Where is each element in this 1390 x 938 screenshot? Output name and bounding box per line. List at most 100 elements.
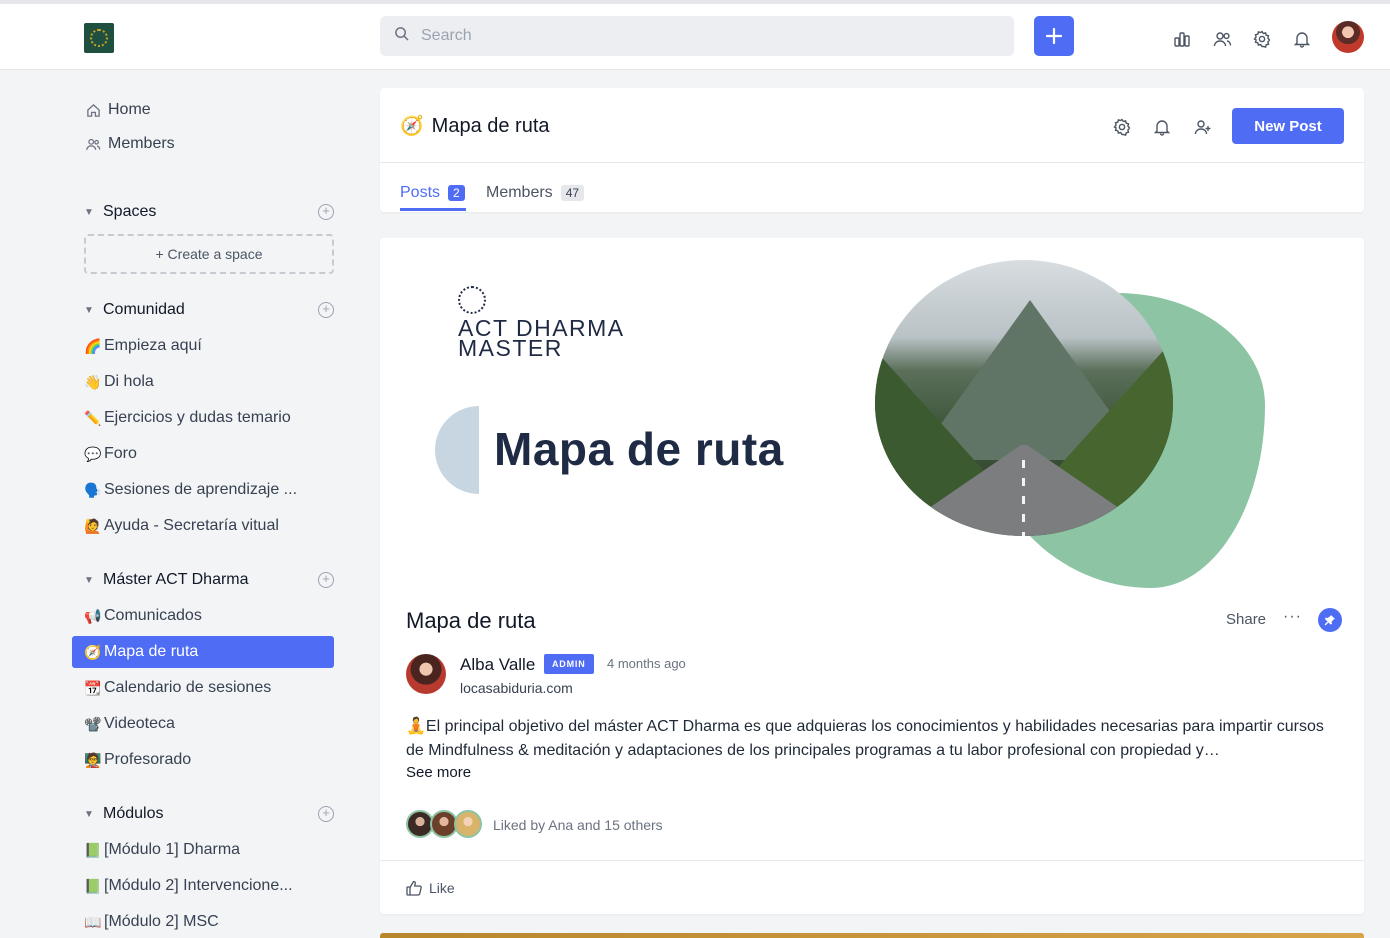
author-avatar[interactable] (406, 654, 446, 694)
open-book-icon: 📖 (84, 913, 102, 930)
post-cover-image[interactable]: ACT DHARMA MASTER Mapa de ruta (380, 238, 1364, 588)
group-header-modulos[interactable]: ▼ Módulos + (84, 802, 334, 826)
liker-avatars[interactable] (406, 810, 486, 838)
chart-icon[interactable] (1171, 28, 1193, 50)
see-more-link[interactable]: See more (406, 764, 471, 781)
next-post-card-edge (380, 933, 1364, 938)
admin-badge: ADMIN (544, 654, 594, 674)
collapse-triangle-icon: ▼ (84, 304, 94, 316)
active-tab-indicator (400, 208, 466, 211)
tab-members[interactable]: Members 47 (486, 184, 585, 202)
space-item[interactable]: ✏️ Ejercicios y dudas temario (72, 402, 334, 434)
sidebar-item-members[interactable]: Members (84, 132, 175, 156)
space-item[interactable]: 📗 [Módulo 1] Dharma (72, 834, 334, 866)
space-header: 🧭 Mapa de ruta New Post Posts 2 Members … (380, 88, 1364, 212)
add-circle-icon[interactable]: + (318, 806, 334, 822)
settings-icon[interactable] (1251, 28, 1273, 50)
space-label: Sesiones de aprendizaje ... (104, 481, 298, 498)
green-book-icon: 📗 (84, 877, 102, 894)
megaphone-icon: 📢 (84, 607, 102, 624)
sidebar-item-label: Home (108, 101, 151, 118)
speaking-head-icon: 🗣️ (84, 481, 102, 498)
space-title-row: 🧭 Mapa de ruta New Post (380, 88, 1364, 163)
raising-hand-icon: 🙋 (84, 517, 102, 534)
space-item[interactable]: 📢 Comunicados (72, 600, 334, 632)
space-item[interactable]: 💬 Foro (72, 438, 334, 470)
author-name[interactable]: Alba Valle (460, 655, 535, 675)
search-input[interactable] (421, 27, 981, 45)
tab-label: Posts (400, 184, 441, 201)
like-label: Like (429, 880, 455, 896)
collapse-triangle-icon: ▼ (84, 574, 94, 586)
group-header-comunidad[interactable]: ▼ Comunidad + (84, 298, 334, 322)
sidebar: Home Members ▼ Spaces + + Create a space… (72, 70, 342, 938)
share-button[interactable]: Share (1226, 611, 1266, 628)
space-item[interactable]: 🙋 Ayuda - Secretaría vitual (72, 510, 334, 542)
community-logo[interactable] (84, 23, 114, 53)
brand-ring-logo (458, 286, 486, 314)
search-bar[interactable] (380, 16, 1014, 56)
compass-icon: 🧭 (84, 643, 102, 660)
rainbow-icon: 🌈 (84, 337, 102, 354)
green-book-icon: 📗 (84, 841, 102, 858)
group-header-master[interactable]: ▼ Máster ACT Dharma + (84, 568, 334, 592)
section-title: Spaces (103, 203, 157, 220)
space-item[interactable]: 👋 Di hola (72, 366, 334, 398)
thumbs-up-icon (406, 880, 422, 896)
space-settings-icon[interactable] (1111, 116, 1133, 138)
speech-bubble-icon: 💬 (84, 445, 102, 462)
home-icon (84, 103, 102, 118)
space-label: Videoteca (104, 715, 175, 732)
user-avatar[interactable] (1332, 21, 1364, 53)
like-button[interactable]: Like (406, 880, 455, 896)
space-item[interactable]: 🌈 Empieza aquí (72, 330, 334, 362)
space-label: Profesorado (104, 751, 192, 768)
wave-icon: 👋 (84, 373, 102, 390)
divider (380, 860, 1364, 861)
space-item[interactable]: 📖 [Módulo 2] MSC (72, 906, 334, 938)
space-item-active[interactable]: 🧭 Mapa de ruta (72, 636, 334, 668)
space-label: Calendario de sesiones (104, 679, 272, 696)
compass-icon: 🧭 (400, 116, 424, 137)
brand-line: MASTER (458, 335, 563, 361)
space-item[interactable]: 📽️ Videoteca (72, 708, 334, 740)
create-button[interactable] (1034, 16, 1074, 56)
section-title: Comunidad (103, 301, 185, 318)
likes-summary[interactable]: Liked by Ana and 15 others (493, 817, 663, 833)
spaces-section-header[interactable]: ▼ Spaces + (84, 200, 334, 224)
search-icon (394, 26, 409, 46)
space-item[interactable]: 🧑‍🏫 Profesorado (72, 744, 334, 776)
space-item[interactable]: 📆 Calendario de sesiones (72, 672, 334, 704)
bell-icon[interactable] (1291, 28, 1313, 50)
collapse-triangle-icon: ▼ (84, 206, 94, 218)
tab-count-badge: 47 (560, 185, 585, 201)
space-label: Empieza aquí (104, 337, 202, 354)
post-title[interactable]: Mapa de ruta (406, 608, 536, 634)
sidebar-item-label: Members (108, 135, 175, 152)
road-line (1022, 460, 1025, 536)
plus-icon (1046, 28, 1062, 44)
add-member-icon[interactable] (1191, 116, 1213, 138)
calendar-icon: 📆 (84, 679, 102, 696)
space-bell-icon[interactable] (1151, 116, 1173, 138)
section-title: Máster ACT Dharma (103, 571, 249, 588)
add-circle-icon[interactable]: + (318, 572, 334, 588)
sidebar-item-home[interactable]: Home (84, 98, 151, 122)
liker-avatar[interactable] (454, 810, 482, 838)
new-post-button[interactable]: New Post (1232, 108, 1344, 144)
pin-icon[interactable] (1318, 608, 1342, 632)
add-circle-icon[interactable]: + (318, 204, 334, 220)
more-options-icon[interactable]: ··· (1283, 608, 1302, 626)
add-circle-icon[interactable]: + (318, 302, 334, 318)
members-icon[interactable] (1211, 28, 1233, 50)
space-label: Di hola (104, 373, 154, 390)
brand-title: ACT DHARMA MASTER (458, 317, 625, 361)
banner-heading: Mapa de ruta (494, 423, 784, 475)
tab-posts[interactable]: Posts 2 (400, 184, 465, 202)
space-item[interactable]: 📗 [Módulo 2] Intervencione... (72, 870, 334, 902)
create-space-button[interactable]: + Create a space (84, 234, 334, 274)
post-timestamp[interactable]: 4 months ago (607, 656, 686, 671)
teacher-icon: 🧑‍🏫 (84, 751, 102, 768)
space-item[interactable]: 🗣️ Sesiones de aprendizaje ... (72, 474, 334, 506)
users-icon (84, 137, 102, 152)
